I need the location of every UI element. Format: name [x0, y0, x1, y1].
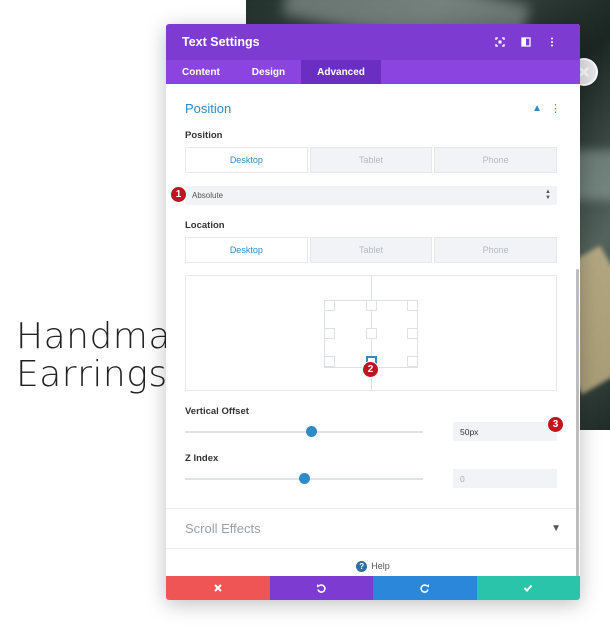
settings-modal: Text Settings Content Design Advanced Po… — [166, 24, 580, 600]
location-device-phone[interactable]: Phone — [434, 237, 558, 263]
z-index-slider[interactable] — [185, 472, 423, 484]
position-device-desktop[interactable]: Desktop — [185, 147, 308, 173]
tab-design[interactable]: Design — [236, 60, 301, 84]
position-section-title: Position — [185, 101, 232, 116]
save-button[interactable] — [476, 576, 580, 600]
redo-icon — [420, 584, 429, 593]
position-section-header[interactable]: Position ▲ ⋮ — [166, 84, 580, 116]
vertical-offset-label: Vertical Offset — [185, 406, 249, 417]
step-badge-2: 2 — [362, 361, 379, 378]
cancel-button[interactable] — [166, 576, 270, 600]
step-badge-1: 1 — [170, 186, 187, 203]
modal-title: Text Settings — [182, 35, 260, 49]
position-label: Position — [185, 130, 223, 141]
help-icon: ? — [356, 560, 368, 572]
vertical-offset-row: 50px — [185, 422, 557, 441]
help-link[interactable]: ? Help — [166, 556, 580, 576]
undo-button[interactable] — [269, 576, 373, 600]
vertical-offset-slider-handle[interactable] — [306, 425, 318, 437]
modal-content: Position ▲ ⋮ Position Desktop Tablet Pho… — [166, 84, 580, 576]
modal-scrollbar[interactable] — [576, 269, 579, 576]
location-label: Location — [185, 220, 225, 231]
location-device-tabs: Desktop Tablet Phone — [185, 237, 558, 263]
chevron-up-icon[interactable]: ▲ — [532, 103, 542, 114]
modal-tabs: Content Design Advanced — [166, 60, 580, 84]
undo-icon — [317, 584, 326, 593]
location-center-left[interactable] — [324, 328, 335, 339]
scroll-effects-title: Scroll Effects — [185, 521, 261, 536]
close-icon — [214, 584, 222, 592]
z-index-label: Z Index — [185, 453, 219, 464]
location-top-center[interactable] — [366, 300, 377, 311]
expand-icon[interactable] — [488, 30, 512, 54]
more-icon[interactable] — [540, 30, 564, 54]
z-index-slider-handle[interactable] — [299, 472, 310, 484]
location-center[interactable] — [366, 328, 377, 339]
z-index-row: 0 — [185, 469, 557, 488]
location-top-left[interactable] — [324, 300, 335, 311]
location-bottom-right[interactable] — [407, 356, 418, 367]
position-device-tablet[interactable]: Tablet — [309, 147, 433, 173]
chevron-down-icon[interactable]: ▼ — [551, 523, 561, 534]
page-heading-line2: Earrings — [16, 354, 168, 395]
location-top-right[interactable] — [407, 300, 418, 311]
section-more-icon[interactable]: ⋮ — [550, 102, 561, 115]
location-device-desktop[interactable]: Desktop — [185, 237, 308, 263]
position-select-value: Absolute — [192, 191, 224, 200]
page-heading: Handma Earrings — [16, 318, 171, 394]
vertical-offset-input[interactable]: 50px — [453, 422, 557, 441]
tab-advanced[interactable]: Advanced — [301, 60, 381, 84]
help-label: Help — [371, 561, 390, 571]
step-badge-3: 3 — [547, 416, 564, 433]
redo-button[interactable] — [373, 576, 477, 600]
select-arrows-icon: ▲ ▼ — [545, 189, 551, 201]
modal-footer — [166, 576, 580, 600]
check-icon — [524, 584, 533, 592]
tab-content[interactable]: Content — [166, 60, 236, 84]
vertical-offset-slider[interactable] — [185, 425, 423, 437]
z-index-input[interactable]: 0 — [453, 469, 557, 488]
modal-header: Text Settings — [166, 24, 580, 60]
page-heading-line1: Handma — [16, 316, 171, 357]
location-center-right[interactable] — [407, 328, 418, 339]
position-select[interactable]: Absolute ▲ ▼ — [185, 186, 557, 205]
scroll-effects-section-header[interactable]: Scroll Effects ▼ — [166, 509, 580, 548]
position-device-tabs: Desktop Tablet Phone — [185, 147, 558, 173]
location-device-tablet[interactable]: Tablet — [309, 237, 433, 263]
location-bottom-left[interactable] — [324, 356, 335, 367]
position-device-phone[interactable]: Phone — [434, 147, 558, 173]
split-view-icon[interactable] — [514, 30, 538, 54]
